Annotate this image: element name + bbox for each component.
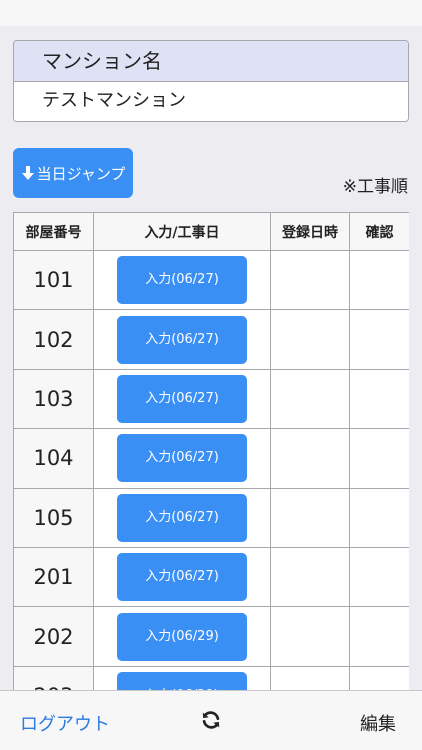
registered-cell — [270, 546, 350, 608]
confirm-cell — [349, 249, 409, 311]
table-row: 202 入力(06/29) — [13, 606, 409, 667]
table-row: 104 入力(06/27) — [13, 428, 409, 489]
entry-button[interactable]: 入力(06/27) — [117, 553, 247, 602]
room-number: 103 — [13, 368, 94, 430]
refresh-icon[interactable] — [200, 709, 222, 731]
building-name-label: マンション名 — [14, 41, 408, 82]
room-table: 部屋番号 入力/工事日 登録日時 確認 101 入力(06/27) 102 入力… — [13, 212, 409, 690]
edit-button[interactable]: 編集 — [360, 710, 396, 736]
table-row: 203 入力(06/29) — [13, 665, 409, 690]
bottom-toolbar: ログアウト 編集 — [0, 690, 422, 750]
room-number: 104 — [13, 428, 94, 489]
confirm-cell — [349, 428, 409, 489]
confirm-cell — [349, 487, 409, 548]
table-row: 101 入力(06/27) — [13, 249, 409, 311]
column-header-confirm: 確認 — [349, 212, 409, 251]
entry-button[interactable]: 入力(06/27) — [117, 493, 247, 542]
column-header-room: 部屋番号 — [13, 212, 94, 251]
table-row: 103 入力(06/27) — [13, 368, 409, 430]
room-number: 105 — [13, 487, 94, 548]
confirm-cell — [349, 546, 409, 608]
entry-button[interactable]: 入力(06/27) — [117, 315, 247, 364]
table-header-row: 部屋番号 入力/工事日 登録日時 確認 — [13, 212, 409, 251]
registered-cell — [270, 309, 350, 370]
registered-cell — [270, 249, 350, 311]
registered-cell — [270, 665, 350, 690]
confirm-cell — [349, 665, 409, 690]
building-name-card: マンション名 テストマンション — [13, 40, 409, 122]
registered-cell — [270, 428, 350, 489]
table-row: 201 入力(06/27) — [13, 546, 409, 608]
sort-order-note: ※工事順 — [342, 177, 408, 197]
entry-button[interactable]: 入力(06/27) — [117, 256, 247, 305]
today-jump-label: 当日ジャンプ — [36, 164, 126, 183]
registered-cell — [270, 606, 350, 667]
registered-cell — [270, 487, 350, 548]
arrow-down-icon — [21, 166, 34, 180]
room-number: 101 — [13, 249, 94, 311]
logout-button[interactable]: ログアウト — [20, 710, 110, 736]
entry-button[interactable]: 入力(06/29) — [117, 612, 247, 661]
room-number: 203 — [13, 665, 94, 690]
table-row: 102 入力(06/27) — [13, 309, 409, 370]
today-jump-button[interactable]: 当日ジャンプ — [13, 148, 133, 198]
column-header-registered: 登録日時 — [270, 212, 350, 251]
building-name-value: テストマンション — [14, 82, 408, 121]
table-row: 105 入力(06/27) — [13, 487, 409, 548]
confirm-cell — [349, 368, 409, 430]
confirm-cell — [349, 606, 409, 667]
status-bar — [0, 0, 422, 26]
column-header-entry: 入力/工事日 — [93, 212, 271, 251]
room-number: 202 — [13, 606, 94, 667]
entry-button[interactable]: 入力(06/29) — [117, 671, 247, 690]
entry-button[interactable]: 入力(06/27) — [117, 374, 247, 423]
entry-button[interactable]: 入力(06/27) — [117, 434, 247, 483]
room-number: 102 — [13, 309, 94, 370]
confirm-cell — [349, 309, 409, 370]
room-number: 201 — [13, 546, 94, 608]
room-table-scroll[interactable]: 部屋番号 入力/工事日 登録日時 確認 101 入力(06/27) 102 入力… — [13, 212, 409, 690]
registered-cell — [270, 368, 350, 430]
